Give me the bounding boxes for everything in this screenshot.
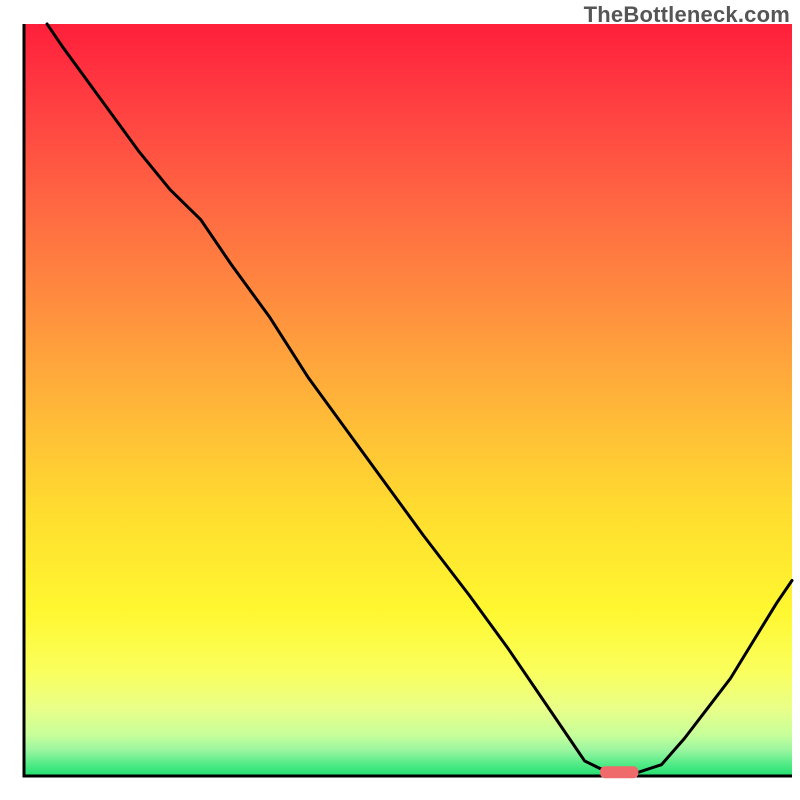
chart-svg bbox=[0, 0, 800, 800]
optimum-marker bbox=[600, 766, 638, 778]
bottleneck-chart: TheBottleneck.com bbox=[0, 0, 800, 800]
plot-background bbox=[24, 24, 792, 776]
